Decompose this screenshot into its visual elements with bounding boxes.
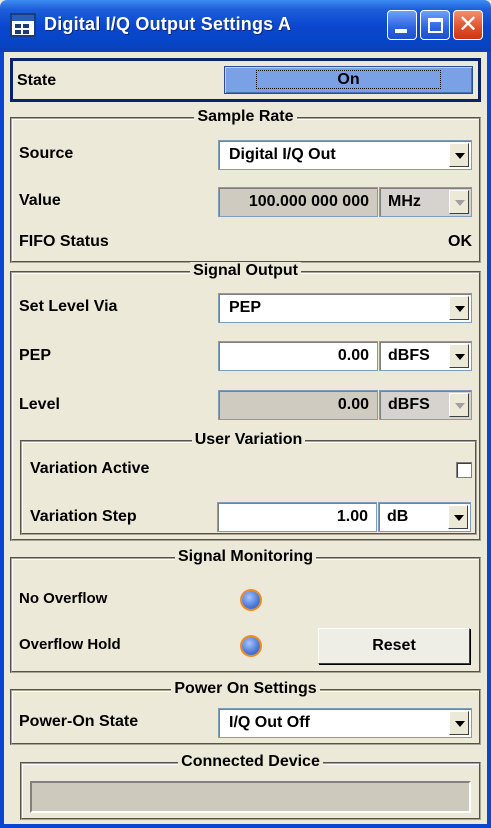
user-variation-title: User Variation — [191, 431, 306, 448]
sample-rate-unit: MHz — [388, 193, 421, 210]
chevron-down-icon — [449, 393, 469, 417]
pep-unit-dropdown[interactable]: dBFS — [379, 341, 472, 371]
sample-rate-unit-dropdown: MHz — [379, 187, 472, 217]
level-label: Level — [19, 396, 60, 413]
chevron-down-icon[interactable] — [449, 143, 469, 167]
sample-rate-title: Sample Rate — [194, 108, 297, 125]
set-level-via-label: Set Level Via — [19, 298, 118, 315]
connected-device-field — [30, 781, 471, 813]
level-unit: dBFS — [388, 396, 430, 413]
level-value-field: 0.00 — [218, 390, 378, 420]
app-window-icon — [10, 13, 36, 37]
level-unit-dropdown: dBFS — [379, 390, 472, 420]
state-row: State On — [10, 58, 481, 102]
power-on-state-label: Power-On State — [19, 713, 139, 730]
fifo-status-label: FIFO Status — [19, 233, 109, 250]
reset-button[interactable]: Reset — [318, 628, 470, 664]
fifo-status-value: OK — [448, 233, 472, 250]
variation-active-checkbox[interactable] — [456, 462, 472, 478]
connected-device-title: Connected Device — [178, 753, 323, 770]
source-value: Digital I/Q Out — [229, 146, 336, 163]
power-on-state-dropdown[interactable]: I/Q Out Off — [218, 708, 472, 738]
overflow-hold-label: Overflow Hold — [19, 636, 121, 653]
source-label: Source — [19, 145, 74, 162]
sample-rate-value-field: 100.000 000 000 — [218, 187, 378, 217]
value-label: Value — [19, 192, 61, 209]
variation-step-unit: dB — [387, 508, 409, 525]
maximize-icon — [428, 18, 443, 33]
no-overflow-led-icon — [242, 591, 260, 609]
pep-label: PEP — [19, 347, 52, 364]
overflow-hold-led-icon — [242, 637, 260, 655]
close-icon: ✕ — [457, 11, 479, 38]
minimize-button[interactable] — [387, 10, 417, 40]
set-level-via-dropdown[interactable]: PEP — [218, 293, 472, 323]
chevron-down-icon[interactable] — [449, 296, 469, 320]
source-dropdown[interactable]: Digital I/Q Out — [218, 140, 472, 170]
state-toggle-label: On — [256, 70, 441, 89]
chevron-down-icon — [449, 190, 469, 214]
power-on-state-value: I/Q Out Off — [229, 714, 310, 731]
chevron-down-icon[interactable] — [448, 505, 468, 529]
no-overflow-label: No Overflow — [19, 590, 108, 607]
chevron-down-icon[interactable] — [449, 344, 469, 368]
window-title: Digital I/Q Output Settings A — [44, 14, 292, 34]
set-level-via-value: PEP — [229, 299, 262, 316]
power-on-settings-title: Power On Settings — [171, 680, 320, 697]
state-label: State — [17, 72, 57, 89]
variation-step-label: Variation Step — [30, 508, 137, 525]
title-bar[interactable]: Digital I/Q Output Settings A ✕ — [0, 0, 491, 52]
pep-input[interactable]: 0.00 — [218, 341, 378, 371]
signal-monitoring-title: Signal Monitoring — [174, 548, 317, 565]
signal-output-title: Signal Output — [190, 262, 301, 279]
variation-active-label: Variation Active — [30, 460, 150, 477]
minimize-icon — [395, 29, 407, 33]
maximize-button[interactable] — [420, 10, 450, 40]
close-button[interactable]: ✕ — [453, 10, 483, 40]
variation-step-unit-dropdown[interactable]: dB — [378, 502, 471, 532]
state-toggle-button[interactable]: On — [224, 66, 473, 94]
pep-unit: dBFS — [388, 347, 430, 364]
variation-step-input[interactable]: 1.00 — [217, 502, 377, 532]
chevron-down-icon[interactable] — [449, 711, 469, 735]
